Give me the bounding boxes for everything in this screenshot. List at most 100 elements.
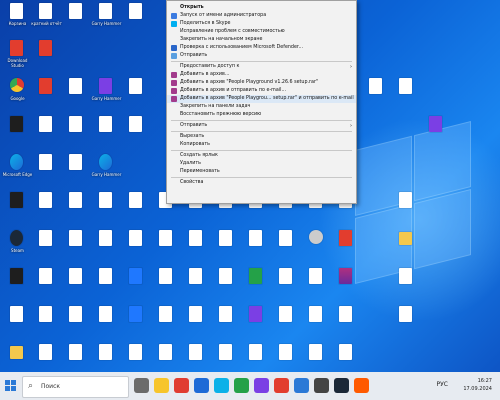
desktop-icon[interactable] xyxy=(62,2,91,38)
desktop-icon[interactable] xyxy=(32,39,61,75)
taskbar-app-icon[interactable] xyxy=(174,378,189,393)
desktop-icon[interactable] xyxy=(92,305,121,341)
desktop-icon[interactable] xyxy=(392,229,421,265)
desktop-icon[interactable] xyxy=(182,267,211,303)
desktop-icon[interactable]: Google xyxy=(3,77,32,113)
desktop-icon[interactable]: Garry Hammer xyxy=(92,153,121,189)
desktop-icon[interactable] xyxy=(3,115,32,151)
desktop-icon[interactable] xyxy=(392,77,421,113)
desktop-icon[interactable] xyxy=(122,305,151,341)
desktop-icon[interactable] xyxy=(32,77,61,113)
context-menu-item[interactable]: Поделиться в Skype xyxy=(167,20,356,28)
desktop-icon[interactable] xyxy=(152,305,181,341)
desktop-icon[interactable] xyxy=(122,267,151,303)
desktop-icon[interactable] xyxy=(3,191,32,227)
desktop-icon[interactable] xyxy=(122,77,151,113)
context-menu-item[interactable]: Переименовать xyxy=(167,168,356,176)
desktop-icon[interactable] xyxy=(122,229,151,265)
desktop-icon[interactable] xyxy=(422,115,451,151)
desktop-icon[interactable] xyxy=(272,229,301,265)
desktop-icon[interactable] xyxy=(182,305,211,341)
desktop-icon[interactable] xyxy=(212,229,241,265)
desktop-icon[interactable]: Garry Hammer xyxy=(92,2,121,38)
taskbar-app-icon[interactable] xyxy=(154,378,169,393)
context-menu-item[interactable]: Добавить в архив "People Playgrou... set… xyxy=(167,95,356,103)
context-menu-item[interactable]: Запуск от имени администратора xyxy=(167,12,356,20)
desktop-icon[interactable] xyxy=(332,267,361,303)
desktop-icon[interactable] xyxy=(122,115,151,151)
taskbar-app-icon[interactable] xyxy=(134,378,149,393)
desktop-icon[interactable] xyxy=(62,153,91,189)
desktop-icon[interactable] xyxy=(32,229,61,265)
desktop-icon[interactable] xyxy=(32,153,61,189)
desktop-icon[interactable]: Download Studio xyxy=(3,39,32,75)
desktop-icon[interactable] xyxy=(272,267,301,303)
desktop-icon[interactable] xyxy=(362,77,391,113)
desktop-icon[interactable] xyxy=(3,305,32,341)
start-button[interactable] xyxy=(5,380,17,392)
desktop-icon[interactable] xyxy=(3,267,32,303)
desktop-icon[interactable] xyxy=(242,305,271,341)
desktop-icon[interactable]: Steam xyxy=(3,229,32,265)
context-menu-item[interactable]: Свойства xyxy=(167,179,356,187)
context-menu-item[interactable]: Проверка с использованием Microsoft Defe… xyxy=(167,44,356,52)
desktop-icon[interactable]: Garry Hammer xyxy=(92,77,121,113)
desktop-icon[interactable] xyxy=(152,229,181,265)
desktop-icon[interactable] xyxy=(242,267,271,303)
desktop-icon[interactable] xyxy=(62,115,91,151)
desktop-icon[interactable] xyxy=(62,77,91,113)
desktop-icon[interactable] xyxy=(302,305,331,341)
context-menu-item[interactable]: Добавить в архив... xyxy=(167,71,356,79)
desktop-icon[interactable] xyxy=(122,2,151,38)
desktop-icon[interactable]: краткий отчёт xyxy=(31,2,62,38)
context-menu-item[interactable]: Предоставить доступ к › xyxy=(167,63,356,71)
context-menu-item[interactable]: Восстановить прежнюю версию xyxy=(167,111,356,119)
context-menu-item[interactable]: Вырезать xyxy=(167,133,356,141)
desktop-icon[interactable] xyxy=(32,267,61,303)
context-menu-item[interactable]: Отправить xyxy=(167,52,356,60)
taskbar-app-icon[interactable] xyxy=(294,378,309,393)
context-menu-item[interactable]: Открыть xyxy=(167,4,356,12)
taskbar-app-icon[interactable] xyxy=(274,378,289,393)
desktop-icon[interactable] xyxy=(122,191,151,227)
taskbar-search[interactable]: ⌕ Поиск xyxy=(22,376,129,398)
desktop-icon[interactable] xyxy=(62,305,91,341)
taskbar-app-icon[interactable] xyxy=(194,378,209,393)
context-menu-item[interactable]: Исправление проблем с совместимостью xyxy=(167,28,356,36)
context-menu-item[interactable]: Добавить в архив "People Playground v1.2… xyxy=(167,79,356,87)
language-indicator[interactable]: РУС xyxy=(437,381,448,388)
taskbar-app-icon[interactable] xyxy=(214,378,229,393)
context-menu-item[interactable]: Добавить в архив и отправить по e-mail..… xyxy=(167,87,356,95)
desktop-icon[interactable] xyxy=(302,267,331,303)
desktop-icon[interactable] xyxy=(32,305,61,341)
context-menu-item[interactable]: Отправить › xyxy=(167,122,356,130)
desktop-icon[interactable] xyxy=(92,267,121,303)
desktop-icon[interactable] xyxy=(92,229,121,265)
context-menu-item[interactable]: Копировать xyxy=(167,141,356,149)
desktop-icon[interactable] xyxy=(392,191,421,227)
desktop-icon[interactable] xyxy=(92,115,121,151)
desktop-icon[interactable] xyxy=(182,229,211,265)
desktop-icon[interactable] xyxy=(212,267,241,303)
desktop-icon[interactable]: Microsoft Edge xyxy=(3,153,32,189)
context-menu-item[interactable]: Закрепить на начальном экране xyxy=(167,36,356,44)
context-menu-item[interactable]: Закрепить на панели задач xyxy=(167,103,356,111)
desktop-icon[interactable] xyxy=(392,267,421,303)
taskbar-app-icon[interactable] xyxy=(354,378,369,393)
desktop-icon[interactable] xyxy=(302,229,331,265)
taskbar-app-icon[interactable] xyxy=(254,378,269,393)
desktop-icon[interactable] xyxy=(62,229,91,265)
taskbar-app-icon[interactable] xyxy=(234,378,249,393)
desktop-icon[interactable] xyxy=(332,229,361,265)
context-menu-item[interactable]: Удалить xyxy=(167,160,356,168)
desktop-icon[interactable]: Корзина xyxy=(3,2,32,38)
clock[interactable]: 16:27 17.09.2024 xyxy=(463,377,492,393)
desktop-icon[interactable] xyxy=(62,267,91,303)
desktop-icon[interactable] xyxy=(212,305,241,341)
taskbar-app-icon[interactable] xyxy=(314,378,329,393)
desktop-icon[interactable] xyxy=(242,229,271,265)
desktop-icon[interactable] xyxy=(272,305,301,341)
desktop-icon[interactable] xyxy=(152,267,181,303)
desktop-icon[interactable] xyxy=(32,115,61,151)
desktop-icon[interactable] xyxy=(332,305,361,341)
